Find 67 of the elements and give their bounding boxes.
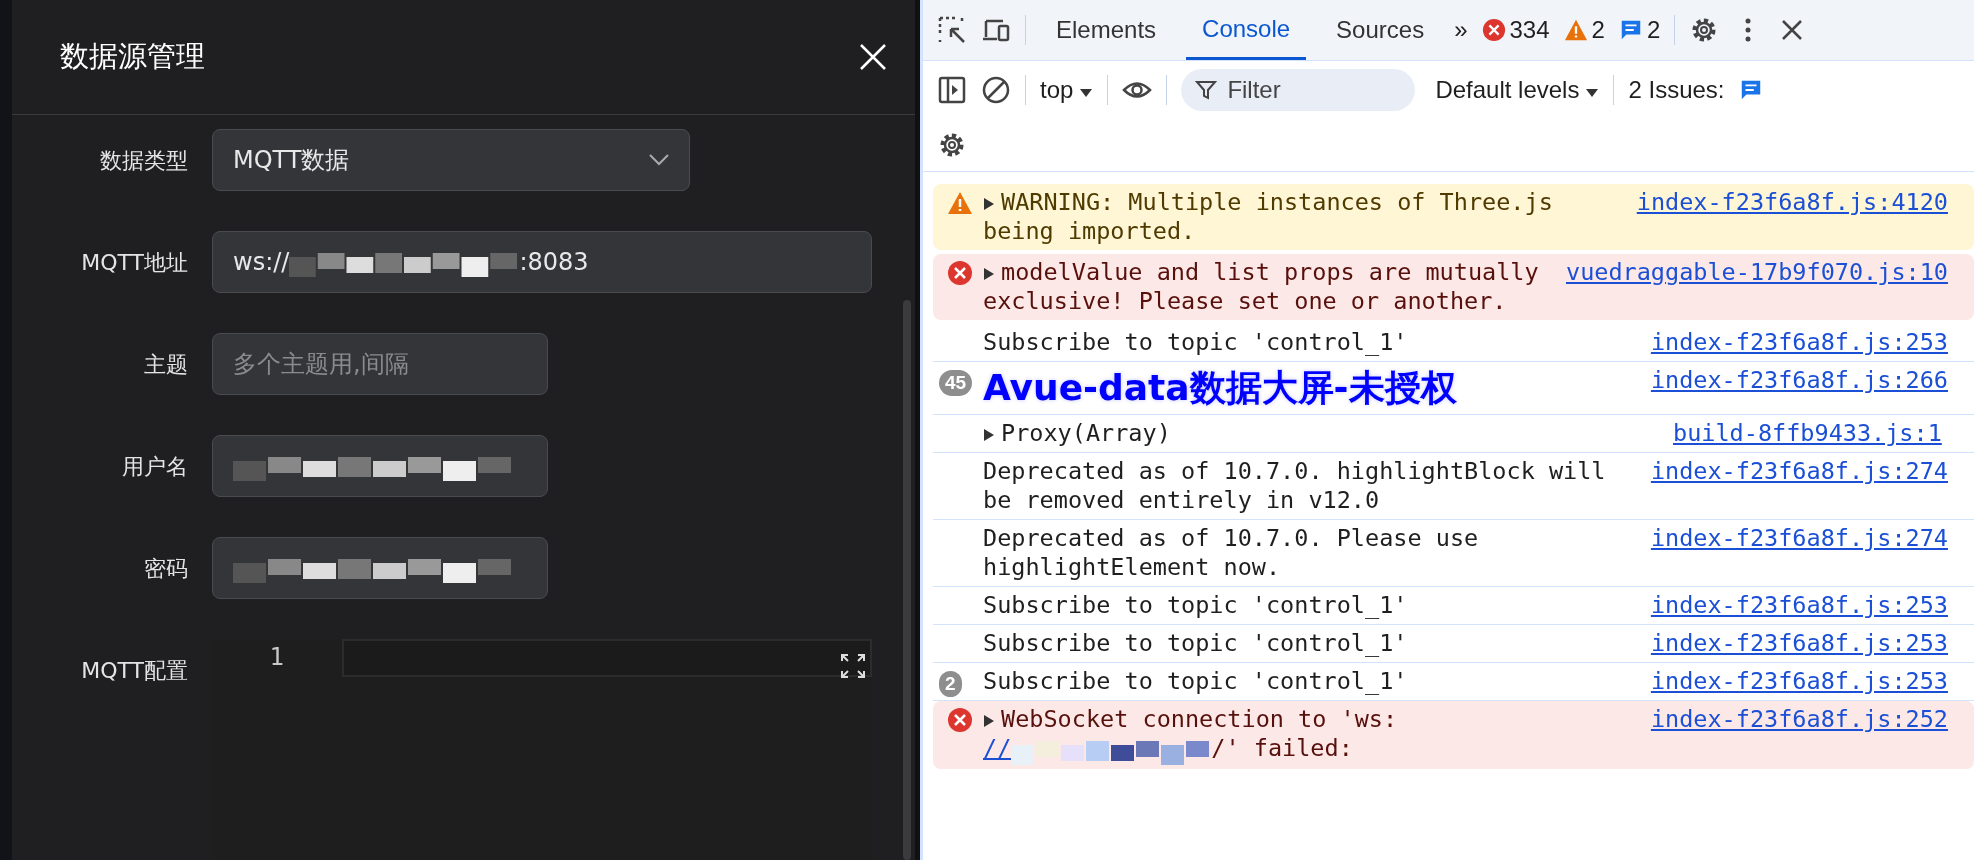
warning-icon bbox=[1563, 18, 1588, 42]
expand-arrow-icon[interactable] bbox=[983, 428, 995, 442]
expand-arrow-icon[interactable] bbox=[983, 714, 995, 728]
log-message: WebSocket connection to 'ws: // /' failed: bbox=[983, 705, 1651, 765]
source-link[interactable]: index-f23f6a8f.js:252 bbox=[1650, 705, 1948, 734]
scrollbar[interactable] bbox=[903, 300, 911, 860]
source-link[interactable]: index-f23f6a8f.js:274 bbox=[1650, 457, 1948, 486]
error-count[interactable]: 334 bbox=[1481, 16, 1550, 44]
source-link[interactable]: index-f23f6a8f.js:274 bbox=[1650, 524, 1948, 553]
log-message: WARNING: Multiple instances of Three.js being imported. bbox=[983, 188, 1554, 246]
warning-icon bbox=[947, 190, 973, 216]
select-field[interactable]: MQTT数据 bbox=[212, 129, 690, 191]
field-label: 用户名 bbox=[121, 453, 189, 481]
source-link[interactable]: index-f23f6a8f.js:253 bbox=[1650, 667, 1948, 696]
sidebar-icon[interactable] bbox=[937, 75, 967, 105]
log-message[interactable]: Proxy(Array) bbox=[983, 419, 1673, 448]
repeat-count-badge: 2 bbox=[939, 671, 962, 697]
log-message: Deprecated as of 10.7.0. highlightBlock will be removed entirely in v12.0 bbox=[983, 457, 1607, 515]
log-message: Subscribe to topic 'control_1' bbox=[983, 667, 1409, 696]
repeat-count-badge: 45 bbox=[939, 370, 973, 396]
log-message: modelValue and list props are mutually exclusive! Please set one or another. bbox=[983, 258, 1540, 316]
devtools-tab[interactable]: Sources bbox=[1320, 0, 1441, 60]
log-message: Avue-data数据大屏-未授权 bbox=[983, 366, 1458, 410]
source-link[interactable]: index-f23f6a8f.js:4120 bbox=[1636, 188, 1948, 217]
source-link[interactable]: build-8ffb9433.js:1 bbox=[1673, 419, 1942, 448]
source-link[interactable]: vuedraggable-17b9f070.js:10 bbox=[1566, 258, 1948, 287]
field-label: MQTT配置 bbox=[80, 657, 189, 685]
chevron-down-icon[interactable] bbox=[649, 154, 669, 166]
log-message: Deprecated as of 10.7.0. Please use highlightElement now. bbox=[983, 524, 1480, 582]
info-count[interactable]: 2 bbox=[1618, 16, 1661, 44]
filter-field[interactable]: Filter bbox=[1181, 69, 1416, 111]
error-icon bbox=[947, 260, 973, 286]
context-dropdown[interactable]: top bbox=[1040, 76, 1094, 104]
input-field[interactable] bbox=[212, 435, 548, 497]
field-label: 数据类型 bbox=[99, 147, 189, 175]
inspect-icon[interactable] bbox=[937, 15, 967, 45]
warning-count[interactable]: 2 bbox=[1563, 16, 1605, 44]
levels-dropdown[interactable]: Default levels bbox=[1435, 76, 1600, 104]
close-icon[interactable] bbox=[859, 43, 887, 71]
devtools-tab[interactable]: Console bbox=[1186, 0, 1307, 60]
clear-icon[interactable] bbox=[981, 75, 1011, 105]
more-tabs-button[interactable]: » bbox=[1454, 16, 1468, 44]
source-link[interactable]: index-f23f6a8f.js:253 bbox=[1650, 629, 1948, 658]
log-message: Subscribe to topic 'control_1' bbox=[983, 629, 1409, 658]
devtools-tab[interactable]: Elements bbox=[1040, 0, 1173, 60]
input-field[interactable] bbox=[212, 537, 548, 599]
field-label: 主题 bbox=[143, 351, 189, 379]
caret-icon bbox=[1585, 88, 1600, 98]
url-link[interactable]: // bbox=[983, 734, 1212, 762]
input-field[interactable]: 多个主题用,间隔 bbox=[212, 333, 548, 395]
error-icon bbox=[1481, 18, 1506, 42]
expand-arrow-icon[interactable] bbox=[983, 267, 995, 281]
source-link[interactable]: index-f23f6a8f.js:253 bbox=[1650, 591, 1948, 620]
log-message: Subscribe to topic 'control_1' bbox=[983, 328, 1409, 357]
caret-icon bbox=[1079, 88, 1094, 98]
expand-arrow-icon[interactable] bbox=[983, 197, 995, 211]
field-label: MQTT地址 bbox=[80, 249, 189, 277]
fullscreen-icon[interactable] bbox=[840, 653, 866, 679]
error-icon bbox=[947, 707, 973, 733]
field-label: 密码 bbox=[143, 555, 189, 583]
input-field[interactable]: ws:// :8083 bbox=[212, 231, 872, 293]
issues-link[interactable]: 2 Issues: bbox=[1628, 76, 1725, 104]
dialog-title: 数据源管理 bbox=[60, 38, 205, 75]
log-message: Subscribe to topic 'control_1' bbox=[983, 591, 1409, 620]
source-link[interactable]: index-f23f6a8f.js:253 bbox=[1650, 328, 1948, 357]
filter-icon bbox=[1195, 79, 1218, 101]
source-link[interactable]: index-f23f6a8f.js:266 bbox=[1650, 366, 1948, 395]
